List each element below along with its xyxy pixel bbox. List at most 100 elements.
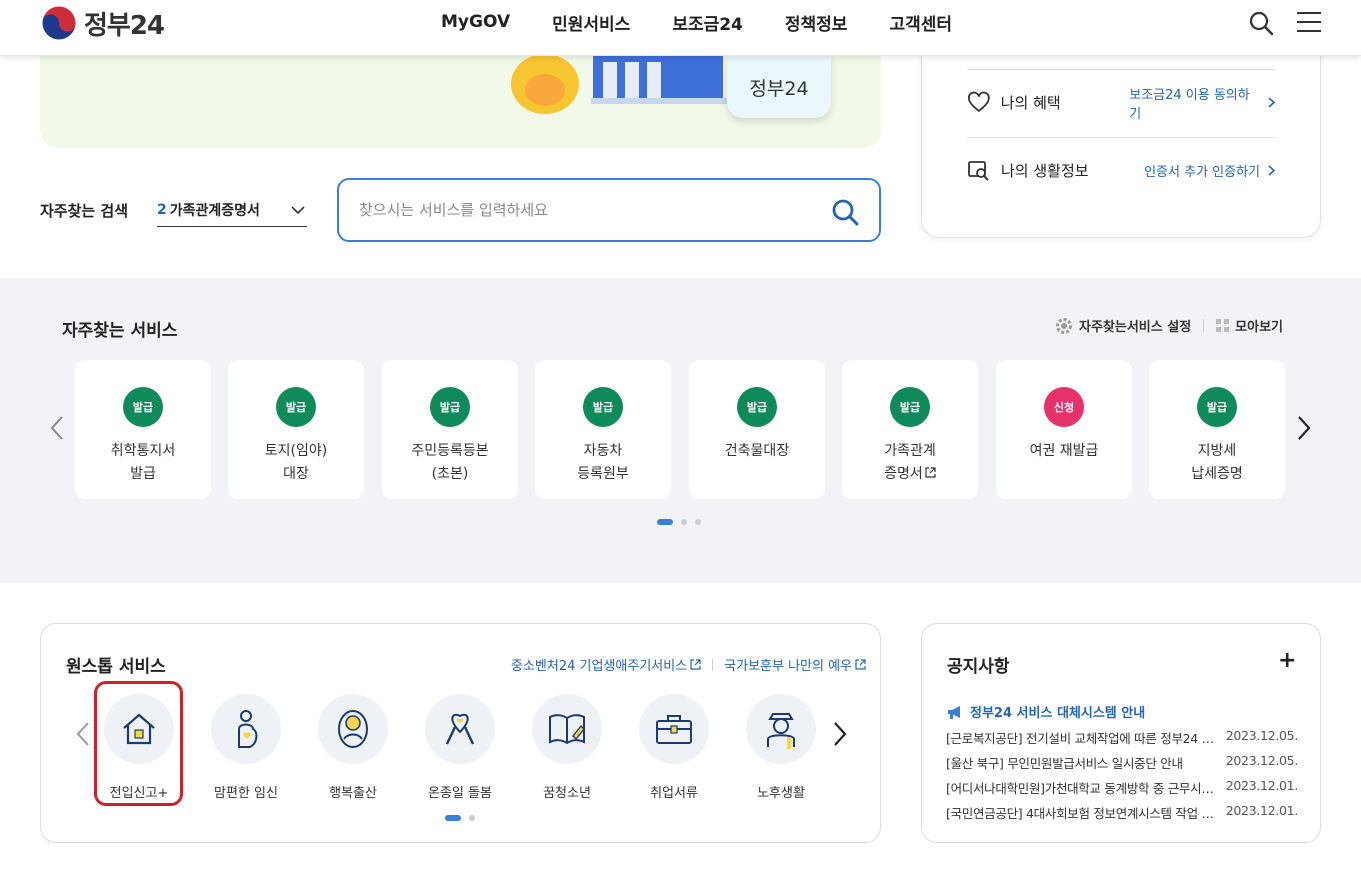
- onestop-pregnancy[interactable]: 맘편한 임신: [196, 694, 296, 804]
- onestop-label: 꿈청소년: [543, 786, 591, 801]
- heart-icon: [968, 91, 990, 112]
- onestop-title: 원스톱 서비스: [66, 657, 166, 677]
- carousel-pagination: [657, 519, 701, 525]
- service-card-building-register[interactable]: 발급 건축물대장: [689, 360, 825, 499]
- promo-banner[interactable]: 정부24: [40, 56, 881, 148]
- taegeuk-icon: [41, 5, 77, 41]
- apply-badge: 신청: [1044, 387, 1084, 427]
- subsidy-consent-link[interactable]: 보조금24 이용 동의하기: [1129, 84, 1275, 122]
- nav-policy-info[interactable]: 정책정보: [785, 10, 848, 35]
- service-search-box: [337, 178, 881, 242]
- onestop-allday-care[interactable]: 온종일 돌봄: [410, 694, 510, 804]
- service-card-family-relation[interactable]: 발급 가족관계 증명서: [842, 360, 978, 499]
- nav-customer-center[interactable]: 고객센터: [889, 10, 952, 35]
- notice-row-date: 2023.12.01.: [1225, 803, 1299, 818]
- search-submit-icon[interactable]: [831, 198, 859, 226]
- notice-row[interactable]: [어디서나대학민원]가천대학교 동계방학 중 근무시간 안내 2023.12.0…: [946, 778, 1298, 797]
- onestop-youth[interactable]: 꿈청소년: [517, 694, 617, 804]
- service-card-name: 지방세 납세증명: [1191, 443, 1243, 482]
- carousel-next-icon[interactable]: [1294, 414, 1314, 442]
- service-card-name: 건축물대장: [724, 443, 790, 459]
- view-all-link[interactable]: 모아보기: [1235, 316, 1283, 335]
- search-doc-icon: [968, 160, 989, 181]
- issue-badge: 발급: [890, 387, 930, 427]
- notice-title: 공지사항: [947, 657, 1010, 677]
- service-card-name: 자동차 등록원부: [577, 443, 629, 482]
- nav-mygov[interactable]: MyGOV: [441, 12, 510, 32]
- frequent-settings-link[interactable]: 자주찾는서비스 설정: [1079, 316, 1191, 335]
- grid-icon: [1216, 319, 1230, 332]
- service-card-land-register[interactable]: 발급 토지(임야) 대장: [228, 360, 364, 499]
- frequent-services-tools: 자주찾는서비스 설정 모아보기: [1055, 316, 1283, 335]
- sme-lifecycle-link[interactable]: 중소벤처24 기업생애주기서비스: [511, 655, 687, 674]
- issue-badge: 발급: [123, 387, 163, 427]
- logo-text: 정부24: [84, 10, 165, 41]
- onestop-label: 온종일 돌봄: [428, 786, 492, 801]
- my-benefit-row[interactable]: 나의 혜택 보조금24 이용 동의하기: [967, 69, 1275, 135]
- banner-chip: 정부24: [727, 56, 831, 118]
- site-header: 정부24 MyGOV 민원서비스 보조금24 정책정보 고객센터: [0, 0, 1361, 56]
- notice-row[interactable]: [울산 북구] 무인민원발급서비스 일시중단 안내 2023.12.05.: [946, 753, 1298, 772]
- gear-icon: [1056, 317, 1072, 334]
- notice-row[interactable]: [근로복지공단] 전기설비 교체작업에 따른 정부24 서비스 중단 안내 20…: [946, 728, 1298, 747]
- notice-row-title: [어디서나대학민원]가천대학교 동계방학 중 근무시간 안내: [946, 781, 1221, 796]
- nav-subsidy24[interactable]: 보조금24: [672, 10, 743, 35]
- onestop-employment-docs[interactable]: 취업서류: [624, 694, 724, 804]
- issue-badge: 발급: [583, 387, 623, 427]
- ribbon-icon: [445, 713, 475, 745]
- notice-row[interactable]: [국민연금공단] 4대사회보험 정보연계시스템 작업 안내 2023.12.01…: [946, 803, 1298, 822]
- service-card-vehicle-register[interactable]: 발급 자동차 등록원부: [535, 360, 671, 499]
- service-card-local-tax[interactable]: 발급 지방세 납세증명: [1149, 360, 1285, 499]
- page-dot-active[interactable]: [657, 519, 673, 525]
- notice-row-date: 2023.12.05.: [1225, 728, 1299, 743]
- add-cert-link[interactable]: 인증서 추가 인증하기: [1144, 161, 1275, 180]
- service-card-resident-register[interactable]: 발급 주민등록등본 (초본): [382, 360, 518, 499]
- notice-more-button[interactable]: +: [1278, 648, 1296, 673]
- service-card-school-notice[interactable]: 발급 취학통지서 발급: [75, 360, 211, 499]
- onestop-pagination: [445, 815, 475, 821]
- megaphone-icon: [948, 705, 960, 719]
- onestop-label: 취업서류: [650, 786, 698, 801]
- onestop-senior-life[interactable]: 노후생활: [731, 694, 831, 804]
- search-icon[interactable]: [1248, 10, 1274, 36]
- notice-row-date: 2023.12.01.: [1225, 778, 1299, 793]
- my-benefit-label: 나의 혜택: [1000, 94, 1061, 112]
- issue-badge: 발급: [276, 387, 316, 427]
- external-link-icon: [925, 467, 936, 478]
- onestop-links: 중소벤처24 기업생애주기서비스 국가보훈부 나만의 예우: [511, 655, 866, 674]
- page-dot-active[interactable]: [445, 815, 461, 821]
- veterans-link[interactable]: 국가보훈부 나만의 예우: [724, 655, 852, 674]
- gov24-logo[interactable]: 정부24: [40, 4, 165, 42]
- carousel-prev-icon[interactable]: [47, 414, 67, 442]
- service-card-name: 여권 재발급: [1029, 443, 1099, 459]
- frequent-services-section: 자주찾는 서비스 자주찾는서비스 설정 모아보기 발급 취학통지서 발급 발급 …: [0, 278, 1361, 583]
- service-search-input[interactable]: [359, 196, 799, 224]
- issue-badge: 발급: [1197, 387, 1237, 427]
- issue-badge: 발급: [737, 387, 777, 427]
- onestop-label: 맘편한 임신: [214, 786, 278, 801]
- page-dot[interactable]: [695, 519, 701, 525]
- external-link-icon: [855, 659, 866, 670]
- notice-section: 공지사항 + 정부24 서비스 대체시스템 안내 [근로복지공단] 전기설비 교…: [921, 623, 1321, 843]
- page-dot[interactable]: [469, 815, 475, 821]
- service-card-passport-reissue[interactable]: 신청 여권 재발급: [996, 360, 1132, 499]
- issue-badge: 발급: [430, 387, 470, 427]
- pinned-notice[interactable]: 정부24 서비스 대체시스템 안내: [946, 702, 1145, 721]
- external-link-icon: [690, 659, 701, 670]
- page-dot[interactable]: [681, 519, 687, 525]
- frequent-search-label: 자주찾는 검색: [40, 202, 129, 220]
- highlight-box: [94, 681, 183, 806]
- subsidy-consent-text: 보조금24 이용 동의하기: [1129, 87, 1250, 122]
- nav-civil-service[interactable]: 민원서비스: [552, 10, 630, 35]
- select-value: 가족관계증명서: [169, 203, 260, 219]
- service-card-name: 가족관계 증명서: [842, 440, 978, 486]
- book-icon: [549, 714, 585, 745]
- menu-icon[interactable]: [1297, 12, 1321, 34]
- onestop-birth[interactable]: 행복출산: [303, 694, 403, 804]
- notice-row-date: 2023.12.05.: [1225, 753, 1299, 768]
- frequent-search-select[interactable]: 2 가족관계증명서: [157, 194, 307, 227]
- onestop-next-icon[interactable]: [830, 720, 850, 748]
- notice-row-title: [국민연금공단] 4대사회보험 정보연계시스템 작업 안내: [946, 806, 1221, 821]
- select-rank: 2: [157, 202, 167, 218]
- my-life-info-row[interactable]: 나의 생활정보 인증서 추가 인증하기: [967, 137, 1275, 203]
